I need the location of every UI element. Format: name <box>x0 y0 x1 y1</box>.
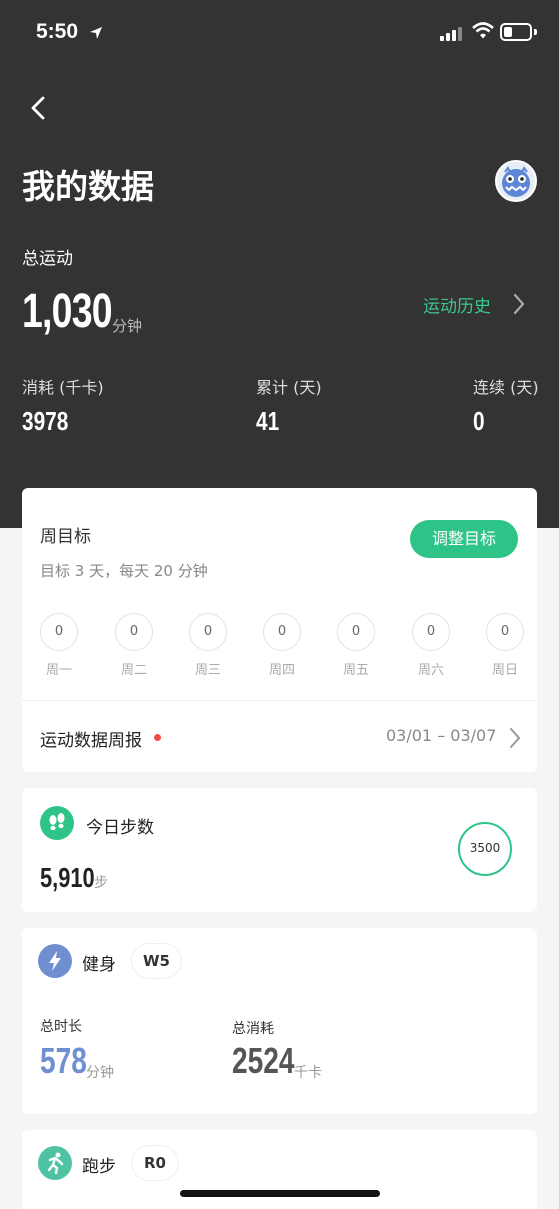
status-time: 5:50 <box>36 20 79 43</box>
monster-avatar-icon <box>502 166 530 197</box>
lightning-icon <box>38 944 72 978</box>
home-indicator[interactable] <box>180 1190 380 1197</box>
avatar[interactable] <box>495 160 537 202</box>
running-icon <box>38 1146 72 1180</box>
calories-label: 消耗 (千卡) <box>22 378 104 397</box>
fitness-title: 健身 <box>82 955 116 975</box>
running-card[interactable]: 跑步 R0 <box>22 1130 537 1209</box>
weekly-goal-subtitle: 目标 3 天，每天 20 分钟 <box>40 562 208 580</box>
fitness-card[interactable]: 健身 W5 总时长 578 分钟 总消耗 2524 千卡 <box>22 928 537 1114</box>
battery-icon <box>500 23 532 41</box>
back-arrow-icon[interactable] <box>28 96 48 120</box>
steps-goal-ring: 3500 <box>458 822 512 876</box>
weekly-goal-title: 周目标 <box>40 527 91 547</box>
streak-days-label: 连续 (天) <box>473 378 539 397</box>
fitness-level-tag: W5 <box>132 944 181 978</box>
steps-unit: 步 <box>94 875 108 891</box>
weekly-goal-card: 周目标 目标 3 天，每天 20 分钟 调整目标 0 周一 0 周二 0 周三 0 周四… <box>22 488 537 772</box>
steps-card[interactable]: 今日步数 5,910 步 3500 <box>22 788 537 912</box>
notification-dot <box>154 734 161 741</box>
day-wednesday: 0 周三 <box>189 613 227 678</box>
total-exercise-label: 总运动 <box>22 249 73 269</box>
calories-value: 3978 <box>22 406 69 436</box>
running-title: 跑步 <box>82 1157 116 1177</box>
cumulative-days-label: 累计 (天) <box>256 378 322 397</box>
streak-days-value: 0 <box>473 406 485 436</box>
calories-total-value: 2524 <box>232 1040 295 1081</box>
duration-label: 总时长 <box>40 1019 82 1035</box>
total-exercise-unit: 分钟 <box>112 317 143 335</box>
header-background <box>0 0 559 528</box>
day-sunday: 0 周日 <box>486 613 524 678</box>
footprints-icon <box>40 806 74 840</box>
day-monday: 0 周一 <box>40 613 78 678</box>
duration-unit: 分钟 <box>86 1065 114 1081</box>
running-level-tag: R0 <box>132 1146 178 1180</box>
total-exercise-value: 1,030 <box>22 285 113 338</box>
cumulative-days-value: 41 <box>256 406 280 436</box>
duration-value: 578 <box>40 1040 87 1081</box>
page-title: 我的数据 <box>22 167 154 206</box>
chevron-right-icon[interactable] <box>512 292 526 316</box>
day-friday: 0 周五 <box>337 613 375 678</box>
location-arrow-icon <box>90 27 102 39</box>
steps-title: 今日步数 <box>86 818 154 838</box>
day-saturday: 0 周六 <box>412 613 450 678</box>
exercise-history-link[interactable]: 运动历史 <box>423 292 491 317</box>
calories-total-label: 总消耗 <box>232 1021 274 1037</box>
battery-nub <box>534 29 537 35</box>
day-thursday: 0 周四 <box>263 613 301 678</box>
cellular-signal-icon <box>440 27 462 41</box>
day-tuesday: 0 周二 <box>115 613 153 678</box>
calories-total-unit: 千卡 <box>294 1065 322 1081</box>
adjust-goal-button[interactable]: 调整目标 <box>410 520 518 558</box>
weekly-report-date: 03/01 – 03/07 <box>386 726 497 745</box>
wifi-icon <box>472 22 494 39</box>
steps-value: 5,910 <box>40 862 95 893</box>
chevron-right-icon <box>510 728 521 748</box>
weekly-report-label: 运动数据周报 <box>40 731 142 751</box>
